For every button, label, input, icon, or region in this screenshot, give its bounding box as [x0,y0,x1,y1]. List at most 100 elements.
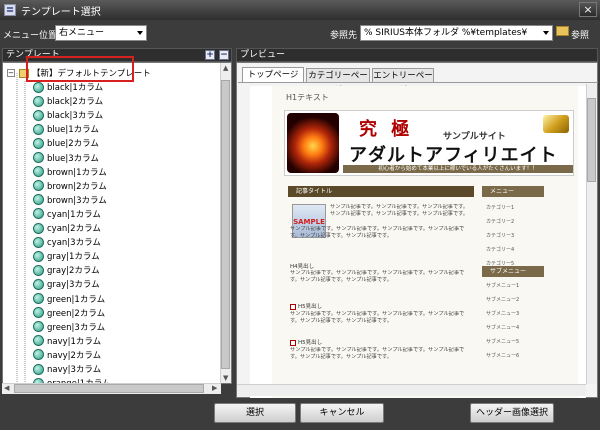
tree-item-label: black|1カラム [47,83,104,93]
gold-bars-image [543,115,569,133]
tree-item[interactable]: brown|3カラム [33,193,107,207]
template-icon [33,250,44,262]
tree-item[interactable]: cyan|1カラム [33,207,101,221]
tree-item-label: cyan|1カラム [47,209,101,220]
template-icon [33,321,44,333]
tree-item-label: gray|1カラム [47,252,100,263]
preview-h1: H1テキスト [286,93,329,102]
tree-item[interactable]: gray|1カラム [33,249,100,263]
select-button[interactable]: 選択 [214,403,296,423]
scroll-right-icon[interactable]: ▶ [212,384,217,392]
add-template-button[interactable]: + [205,50,215,60]
template-icon [33,293,44,304]
side-menu-item[interactable]: カテゴリー4 [486,246,514,253]
tree-item[interactable]: blue|2カラム [33,136,99,150]
tree-item[interactable]: navy|1カラム [33,334,101,348]
menu-position-select[interactable]: 右メニュー [55,25,147,41]
template-icon [33,194,44,206]
tree-item[interactable]: black|2カラム [33,94,103,108]
tree-item[interactable]: gray|3カラム [33,277,100,291]
menu-header: メニュー [482,186,544,197]
remove-template-button[interactable]: − [219,50,229,60]
tree-hscroll-thumb[interactable] [14,384,204,393]
template-icon [33,81,44,93]
template-icon [33,166,44,178]
cancel-button[interactable]: キャンセル [300,403,384,423]
side-menu-item[interactable]: サブメニュー5 [486,338,519,345]
preview-banner: 究 極 サンプルサイト アダルトアフィリエイト 初心者から始めて本業以上に稼いで… [284,110,574,176]
selection-highlight-box [26,56,134,82]
h4-heading: H4見出し [290,264,315,270]
side-menu-item[interactable]: カテゴリー3 [486,232,514,239]
template-icon [33,349,44,361]
template-tree: − 【新】デフォルトテンプレート black|1カラム black|2カラム bla… [2,62,232,384]
tree-item[interactable]: black|1カラム [33,80,103,94]
tree-item-label: cyan|2カラム [47,224,101,234]
preview-horizontal-scrollbar[interactable] [237,384,586,396]
tree-item-label: blue|1カラム [47,125,99,136]
checkbox-icon [290,339,296,346]
tree-item[interactable]: black|3カラム [33,108,103,122]
tree-item[interactable]: brown|2カラム [33,179,107,193]
tree-item[interactable]: blue|1カラム [33,122,99,136]
tree-item-label: black|3カラム [47,111,104,122]
tree-scroll-thumb[interactable] [221,80,230,369]
side-menu-item[interactable]: サブメニュー2 [486,296,519,303]
tree-item-label: blue|3カラム [47,153,99,164]
tree-item[interactable]: gray|2カラム [33,263,100,277]
preview-scroll-thumb[interactable] [587,98,596,182]
h5-heading-1-text: H5見出し [298,304,323,310]
template-icon [33,222,44,234]
tab-top-page[interactable]: トップページ [242,67,304,83]
tab-divider [238,82,598,83]
tree-item-label: black|2カラム [47,97,104,108]
banner-strip: 初心者から始めて本業以上に稼いでいる人がたくさんいます！！ [343,165,573,173]
tab-entry-page[interactable]: エントリーページ [372,68,434,95]
template-icon [33,335,44,347]
ref-path-select[interactable]: % SIRIUS本体フォルダ %¥templates¥ [360,25,553,41]
tree-item[interactable]: blue|3カラム [33,151,99,165]
scroll-up-icon[interactable]: ▲ [223,64,228,72]
tree-item[interactable]: cyan|2カラム [33,221,101,235]
template-icon [33,363,44,375]
window-title: テンプレート選択 [21,6,101,18]
tree-item-label: brown|2カラム [47,181,107,192]
side-menu-item[interactable]: サブメニュー3 [486,310,519,317]
folder-icon[interactable] [556,26,569,36]
tree-item[interactable]: cyan|3カラム [33,235,101,249]
browse-button[interactable]: 参照 [571,28,589,41]
side-menu-item[interactable]: サブメニュー6 [486,352,519,359]
tree-item-label: cyan|3カラム [47,238,101,249]
side-menu-item[interactable]: カテゴリー2 [486,218,514,225]
template-icon [33,95,44,107]
template-icon [33,278,44,290]
collapse-icon[interactable]: − [7,69,15,77]
tab-category-page[interactable]: カテゴリーページ [306,68,370,95]
title-bar: テンプレート選択 × [0,0,600,20]
tree-item[interactable]: brown|1カラム [33,165,107,179]
tree-item-label: navy|3カラム [47,365,102,375]
side-menu-item[interactable]: サブメニュー4 [486,324,519,331]
side-menu-item[interactable]: サブメニュー1 [486,282,519,289]
header-image-button[interactable]: ヘッダー画像選択 [470,403,554,423]
fire-image [287,113,339,173]
template-icon [33,152,44,163]
tree-item[interactable]: navy|3カラム [33,362,101,376]
tree-item-label: navy|2カラム [47,350,102,361]
chevron-down-icon [137,31,143,35]
close-button[interactable]: × [579,2,597,17]
side-menu-item[interactable]: カテゴリー1 [486,204,514,211]
tree-item[interactable]: green|1カラム [33,292,105,306]
tree-item[interactable]: green|2カラム [33,306,105,320]
submenu-header: サブメニュー [482,266,544,277]
template-icon [33,236,44,248]
tree-item[interactable]: navy|2カラム [33,348,101,362]
tree-item[interactable]: green|3カラム [33,320,105,334]
template-icon [33,137,44,149]
scroll-down-icon[interactable]: ▼ [223,374,228,382]
tree-item-label: brown|1カラム [47,167,107,178]
tree-item-label: navy|1カラム [47,336,102,347]
scroll-left-icon[interactable]: ◀ [4,384,9,392]
article-body-5: サンプル記事です。サンプル記事です。サンプル記事です。サンプル記事です。サンプル… [290,347,465,360]
menu-position-value: 右メニュー [59,28,105,38]
